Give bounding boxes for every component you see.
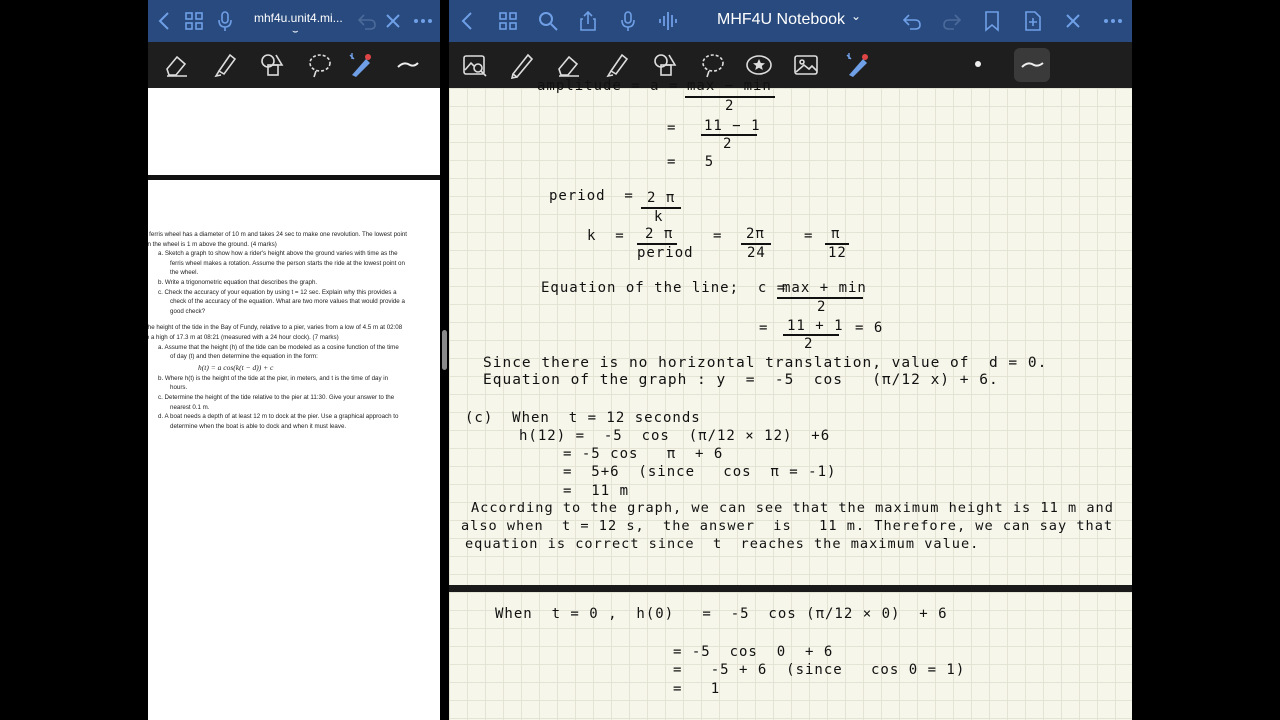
amplitude-result: = 5 [667,154,715,170]
notebook-pane: MHF4U Notebook ⌄ amplitude = a = max − m… [449,0,1132,720]
left-navbar: mhf4u.unit4.mi... ⌣ [148,0,440,42]
close-icon[interactable] [382,10,404,32]
graph-equation: Equation of the graph : y = -5 cos (π/12… [483,372,999,388]
k-equals-2: = [713,228,723,244]
grid-view-icon[interactable] [183,10,205,32]
share-icon[interactable] [577,10,599,32]
period-numerator: 2 π [647,190,676,206]
stroke-width-dot-icon[interactable] [975,61,981,67]
eraser-tool-icon[interactable] [555,51,583,79]
highlighter-tool-icon[interactable] [603,51,631,79]
page-separator [449,585,1132,592]
part-c-line-3: = -5 cos π + 6 [563,446,724,462]
question-ferris: a ferris wheel has a diameter of 10 m an… [148,231,407,248]
part-c-line-2: h(12) = -5 cos (π/12 × 12) +6 [519,428,831,444]
k-numerator-2: 2π [746,226,765,242]
stroke-style-icon[interactable] [394,51,422,79]
conclusion-line-2: also when t = 12 s, the answer is 11 m. … [461,518,1132,534]
axis-step-denominator: 2 [804,336,814,352]
pdf-page: a ferris wheel has a diameter of 10 m an… [148,180,440,720]
axis-numerator: max + min [782,280,867,296]
more-options-icon[interactable] [1102,10,1124,32]
notebook-page-2: When t = 0 , h(0) = -5 cos (π/12 × 0) + … [449,592,1132,720]
k-equals-3: = [804,228,814,244]
page2-line-2: = -5 cos 0 + 6 [673,644,834,660]
redo-icon[interactable] [941,10,963,32]
bluetooth-pen-icon[interactable] [346,51,374,79]
eraser-tool-icon[interactable] [163,51,191,79]
part-c-heading: (c) When t = 12 seconds [465,410,701,426]
undo-icon[interactable] [356,10,378,32]
k-denominator-1: period [637,245,694,261]
image-zoom-tool-icon[interactable] [461,51,489,79]
image-insert-tool-icon[interactable] [792,51,820,79]
part-c-line-4: = 5+6 (since cos π = -1) [563,464,837,480]
left-document-title[interactable]: mhf4u.unit4.mi... [254,11,343,25]
amplitude-step-equals: = [667,120,677,136]
split-view-divider[interactable] [440,0,449,720]
amplitude-step-numerator: 11 − 1 [704,118,761,134]
k-denominator-2: 24 [747,245,766,261]
period-denominator: k [654,209,664,225]
sticker-tool-icon[interactable] [745,51,773,79]
page2-line-3: = -5 + 6 (since cos 0 = 1) [673,662,966,678]
amplitude-denominator: 2 [725,98,735,114]
pdf-viewer-pane: mhf4u.unit4.mi... ⌣ a ferris wheel has a… [148,0,440,720]
k-numerator-3: π [831,226,841,242]
shapes-tool-icon[interactable] [258,51,286,79]
highlighter-tool-icon[interactable] [211,51,239,79]
conclusion-line-3: equation is correct since t reaches the … [465,536,980,552]
axis-result: = 6 [855,320,884,336]
period-label: period = [549,188,634,204]
axis-denominator: 2 [817,299,827,315]
audio-waveform-icon[interactable] [657,10,679,32]
pdf-page-previous [148,88,440,175]
lasso-tool-icon[interactable] [699,51,727,79]
back-chevron-icon[interactable] [457,10,479,32]
microphone-icon[interactable] [617,10,639,32]
back-chevron-icon[interactable] [154,10,176,32]
bookmark-icon[interactable] [981,10,1003,32]
ferris-parts: a. Sketch a graph to show how a rider's … [158,250,405,315]
pen-tool-icon[interactable] [508,51,536,79]
right-navbar: MHF4U Notebook ⌄ [449,0,1132,42]
k-denominator-3: 12 [828,245,847,261]
grid-view-icon[interactable] [497,10,519,32]
close-icon[interactable] [1062,10,1084,32]
page2-line-4: = 1 [673,681,721,697]
axis-step-equals: = [759,320,769,336]
title-chevron-icon[interactable]: ⌣ [292,26,299,37]
more-options-icon[interactable] [412,10,434,32]
left-toolbar [148,42,440,88]
amplitude-step-denominator: 2 [723,136,733,152]
stroke-style-button[interactable] [1014,48,1050,82]
k-numerator-1: 2 π [645,226,674,242]
lasso-tool-icon[interactable] [306,51,334,79]
bluetooth-pen-icon[interactable] [843,51,871,79]
page2-line-1: When t = 0 , h(0) = -5 cos (π/12 × 0) + … [495,606,948,622]
since-statement: Since there is no horizontal translation… [483,355,1048,371]
notebook-title[interactable]: MHF4U Notebook [717,11,845,29]
tide-formula: h(t) = a cos(k(t − d)) + c [198,362,274,372]
title-chevron-icon[interactable]: ⌄ [851,9,861,23]
shapes-tool-icon[interactable] [651,51,679,79]
equation-of-line-label: Equation of the line; c = [541,280,787,296]
split-view-handle[interactable] [442,330,447,370]
part-c-line-5: = 11 m [563,483,630,499]
axis-step-numerator: 11 + 1 [787,318,844,334]
tide-parts: a. Assume that the height (h) of the tid… [148,343,407,432]
stroke-style-icon [1021,62,1044,68]
undo-icon[interactable] [901,10,923,32]
search-icon[interactable] [537,10,559,32]
microphone-icon[interactable] [214,10,236,32]
k-label: k = [587,228,625,244]
amplitude-numerator: max − min [687,78,772,94]
question-tide: The height of the tide in the Bay of Fun… [148,324,403,341]
notebook-page-1: amplitude = a = max − min 2 = 11 − 1 2 =… [449,78,1132,585]
amplitude-label: amplitude = a = [537,78,679,94]
conclusion-line-1: According to the graph, we can see that … [471,500,1114,516]
add-page-icon[interactable] [1022,10,1044,32]
